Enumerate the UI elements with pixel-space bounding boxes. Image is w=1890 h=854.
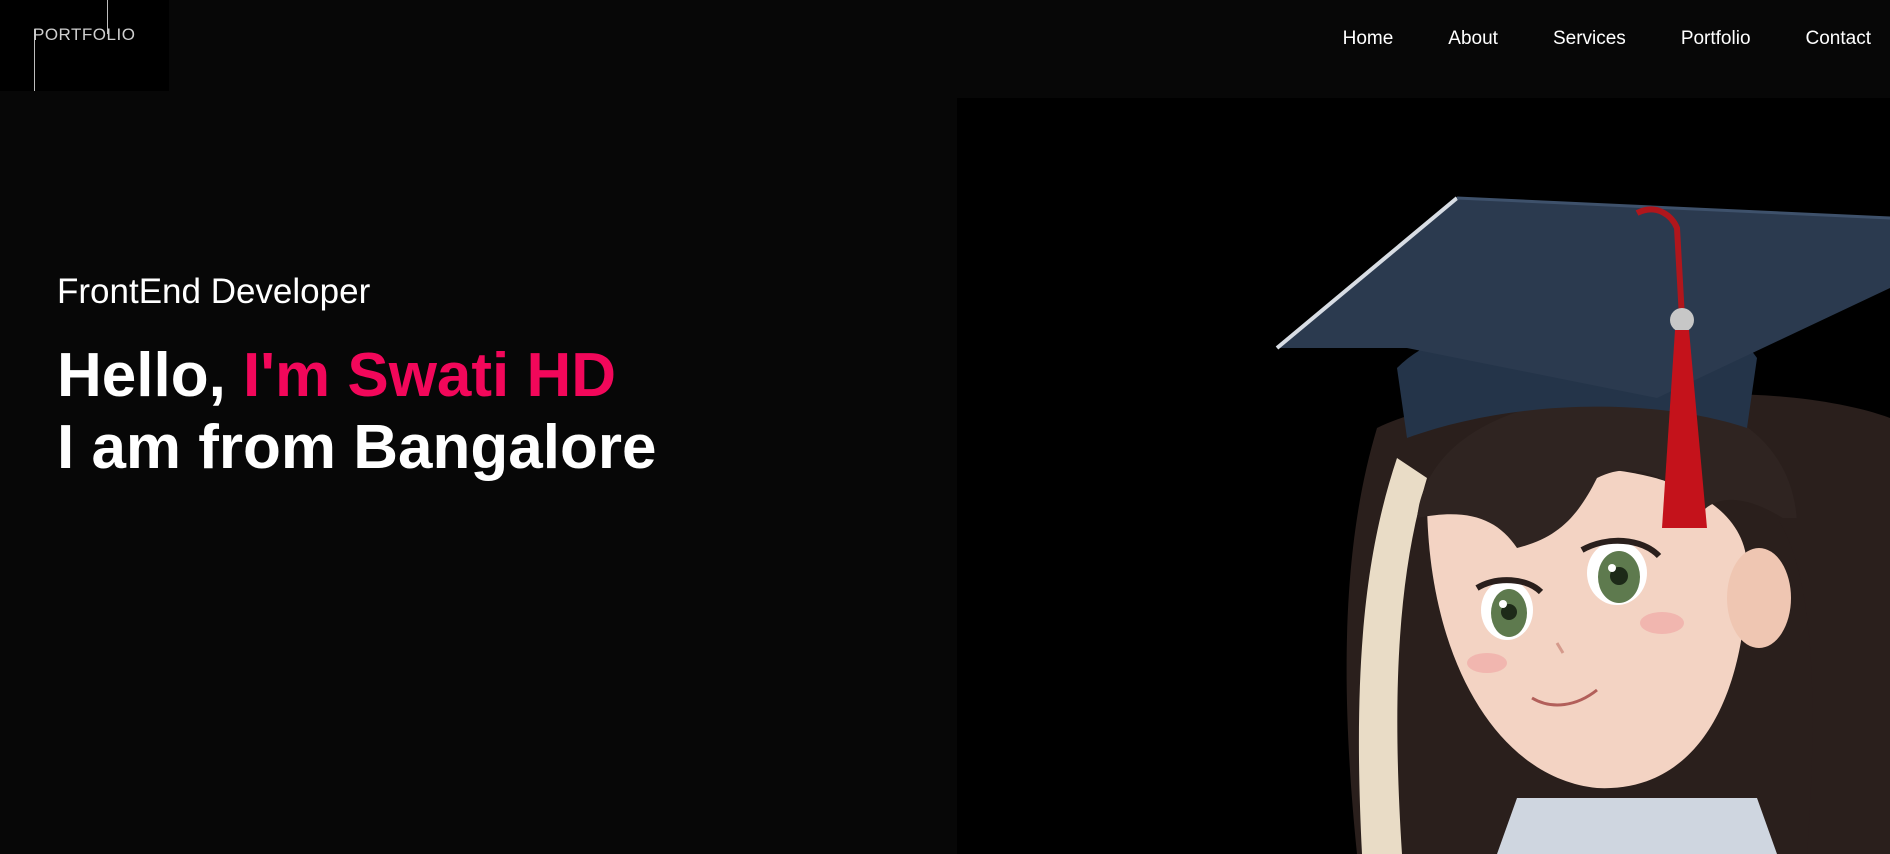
logo[interactable]: PORTFOLIO [0,0,169,91]
main-nav: Home About Services Portfolio Contact [1288,27,1871,51]
logo-text: PORTFOLIO [33,25,136,44]
nav-contact[interactable]: Contact [1806,27,1871,51]
hero-name: I'm Swati HD [243,341,617,410]
hero-greeting: Hello, [57,341,244,410]
hero-location: I am from Bangalore [57,413,657,482]
nav-home[interactable]: Home [1343,27,1394,51]
nav-services[interactable]: Services [1553,27,1626,51]
hero-title: Hello, I'm Swati HD I am from Bangalore [57,340,656,484]
graduate-portrait-icon [1275,196,1890,854]
nav-portfolio[interactable]: Portfolio [1681,27,1751,51]
nav-about[interactable]: About [1448,27,1498,51]
hero-image-panel [957,98,1890,854]
hero-subtitle: FrontEnd Developer [57,272,371,311]
